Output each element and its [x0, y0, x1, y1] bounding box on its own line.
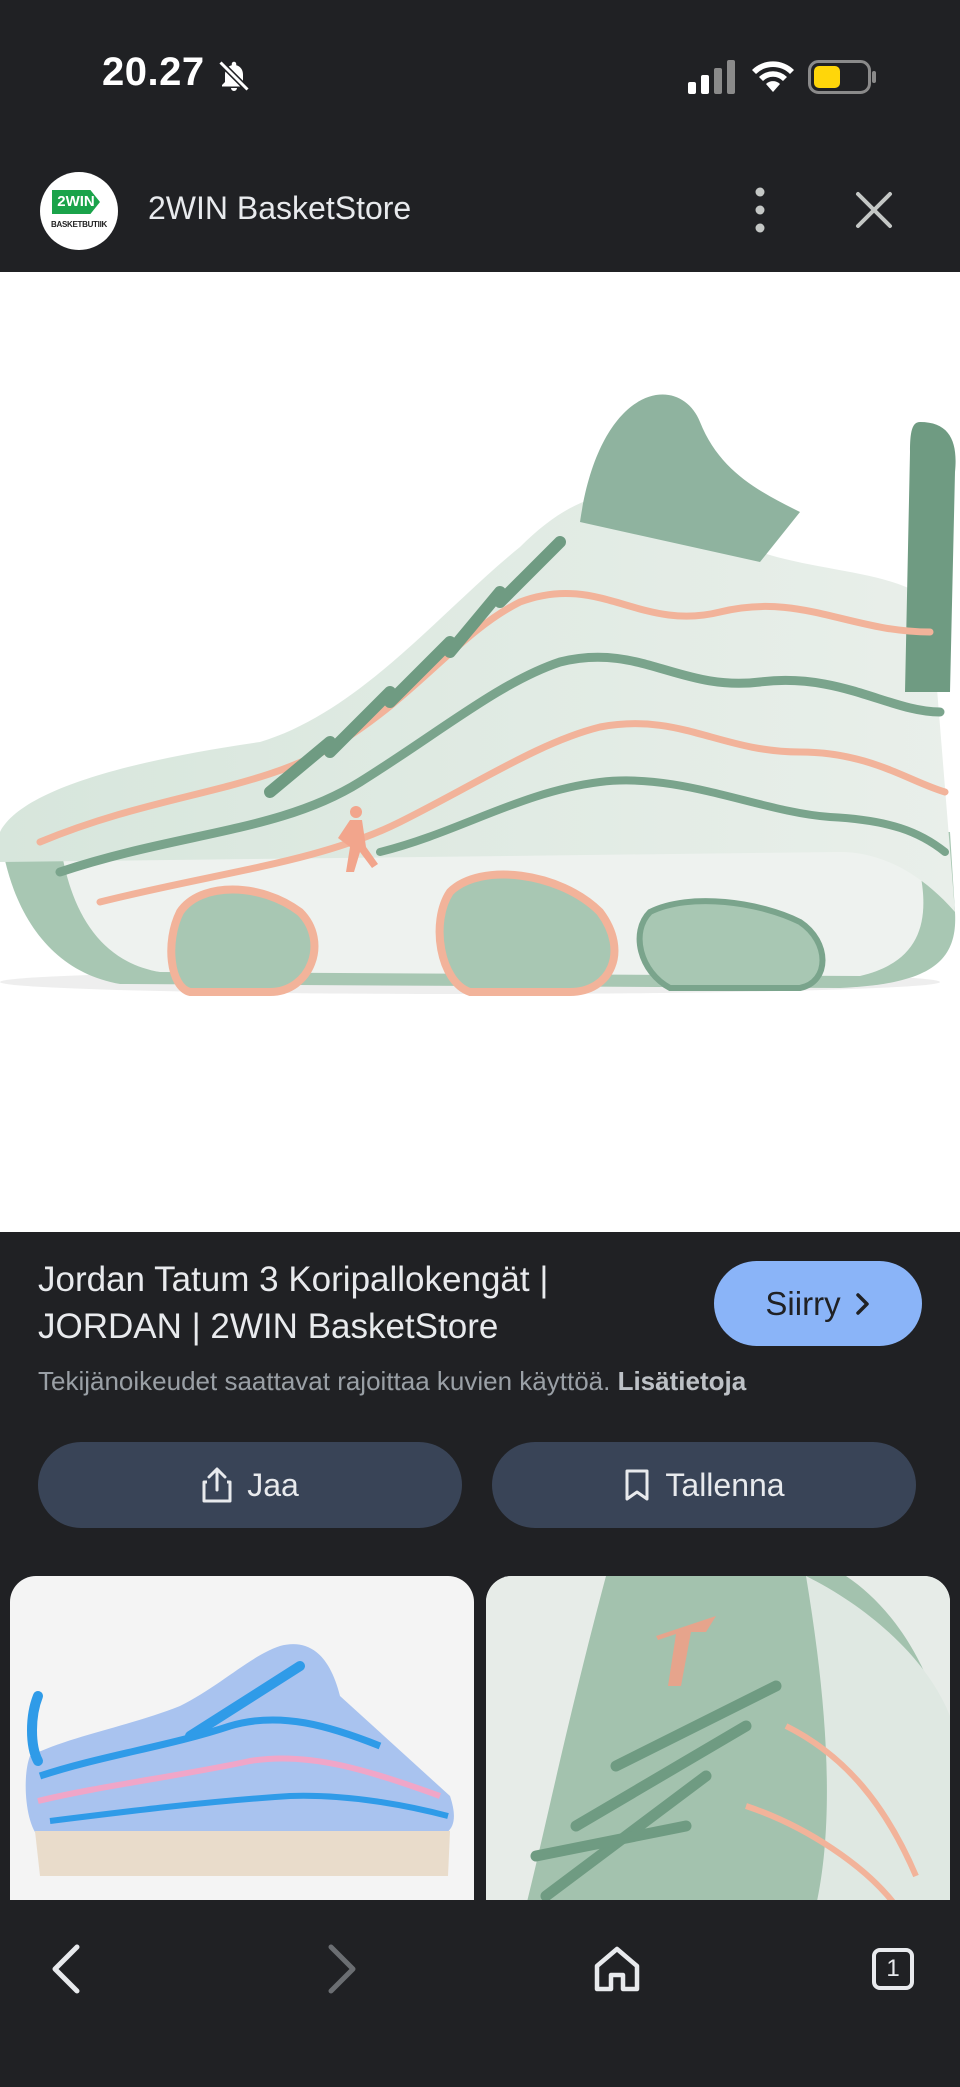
forward-button[interactable]	[306, 1934, 376, 2004]
signal-icon	[688, 60, 735, 94]
shoe-image	[0, 394, 956, 996]
related-image[interactable]	[486, 1576, 950, 1906]
share-label: Jaa	[247, 1466, 299, 1503]
share-button[interactable]: Jaa	[38, 1442, 462, 1528]
learn-more-link[interactable]: Lisätietoja	[618, 1366, 747, 1396]
related-shoe-blue	[25, 1644, 454, 1876]
back-button[interactable]	[32, 1934, 102, 2004]
close-icon[interactable]	[848, 184, 900, 236]
app-bar: 2WIN BASKETBUTIIK 2WIN BasketStore	[0, 160, 960, 272]
related-image[interactable]	[10, 1576, 474, 1906]
wifi-icon	[752, 61, 794, 92]
status-time: 20.27	[102, 50, 205, 94]
copyright-text: Tekijänoikeudet saattavat rajoittaa kuvi…	[38, 1366, 611, 1396]
visit-button[interactable]: Siirry	[714, 1261, 922, 1346]
chevron-right-icon	[855, 1292, 869, 1315]
logo-text: 2WIN	[52, 190, 100, 214]
bookmark-icon	[625, 1469, 649, 1501]
tabs-button[interactable]: 1	[858, 1934, 928, 2004]
status-bar: 20.27	[0, 0, 960, 160]
site-logo[interactable]: 2WIN BASKETBUTIIK	[40, 172, 118, 250]
save-label: Tallenna	[665, 1466, 785, 1503]
home-button[interactable]	[582, 1934, 652, 2004]
product-image[interactable]	[0, 272, 960, 1232]
bottom-navigation: 1	[0, 1900, 960, 2087]
visit-label: Siirry	[765, 1284, 841, 1322]
battery-icon	[808, 60, 876, 94]
tabs-icon: 1	[872, 1948, 914, 1990]
share-icon	[202, 1467, 232, 1503]
forward-icon	[328, 1944, 356, 1994]
site-title[interactable]: 2WIN BasketStore	[148, 190, 411, 227]
related-shoe-closeup	[486, 1576, 950, 1906]
logo-subtext: BASKETBUTIIK	[51, 220, 107, 229]
copyright-notice: Tekijänoikeudet saattavat rajoittaa kuvi…	[38, 1366, 746, 1397]
bell-off-icon	[218, 60, 250, 92]
more-vert-icon[interactable]	[740, 182, 780, 238]
home-icon	[594, 1946, 640, 1992]
save-button[interactable]: Tallenna	[492, 1442, 916, 1528]
back-icon	[52, 1944, 80, 1994]
result-title[interactable]: Jordan Tatum 3 Koripallokengät | JORDAN …	[38, 1256, 678, 1350]
